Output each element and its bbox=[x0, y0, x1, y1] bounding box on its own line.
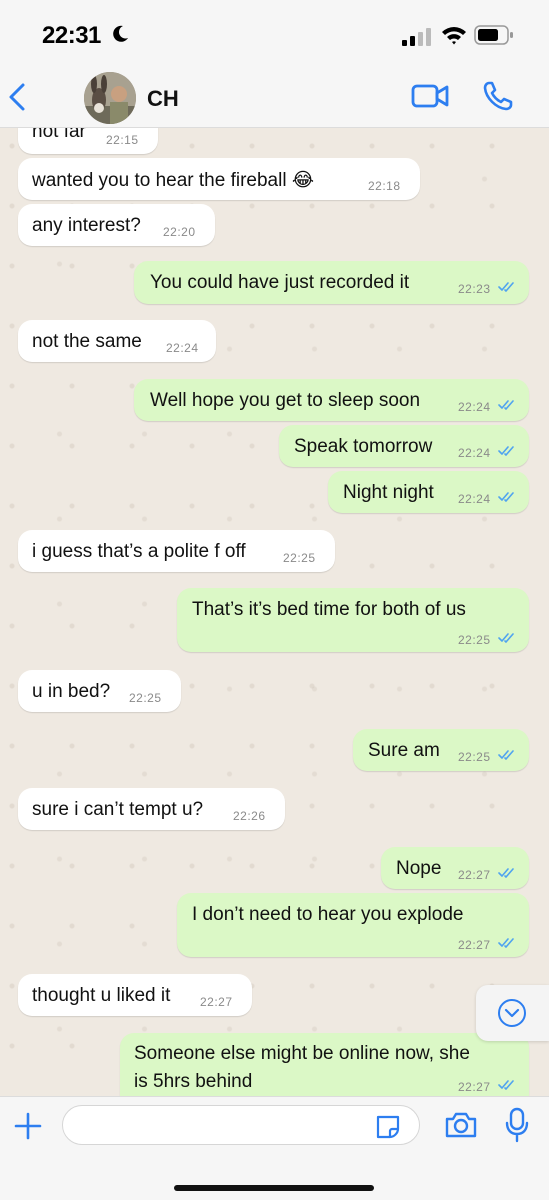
message-text: Well hope you get to sleep soon bbox=[150, 390, 421, 411]
message-bubble-outgoing[interactable]: Someone else might be online now, she is… bbox=[120, 1033, 529, 1096]
message-text: Sure am bbox=[368, 740, 440, 761]
chevron-left-icon[interactable] bbox=[6, 82, 30, 112]
double-check-icon bbox=[498, 492, 514, 502]
message-bubble-outgoing[interactable]: Well hope you get to sleep soon 22:24 bbox=[134, 379, 529, 421]
double-check-icon bbox=[498, 400, 514, 410]
double-check-icon bbox=[498, 633, 514, 643]
double-check-icon bbox=[498, 938, 514, 948]
avatar-photo bbox=[84, 72, 136, 124]
message-bubble-outgoing[interactable]: Speak tomorrow 22:24 bbox=[279, 425, 529, 467]
message-bubble-incoming[interactable]: sure i can’t tempt u? 22:26 bbox=[18, 788, 285, 830]
battery-icon bbox=[474, 25, 513, 45]
contact-name[interactable]: CH bbox=[147, 86, 179, 112]
message-time: 22:23 bbox=[458, 282, 491, 296]
cellular-signal-icon bbox=[402, 28, 431, 46]
message-bubble-outgoing[interactable]: I don’t need to hear you explode 22:27 bbox=[177, 893, 529, 957]
message-text: is 5hrs behind bbox=[134, 1071, 253, 1092]
message-bubble-incoming[interactable]: u in bed? 22:25 bbox=[18, 670, 181, 712]
message-text: Nope bbox=[396, 858, 442, 879]
message-text: any interest? bbox=[32, 215, 141, 236]
message-text: That’s it’s bed time for both of us bbox=[192, 599, 466, 620]
moon-icon bbox=[113, 25, 128, 42]
message-time: 22:25 bbox=[458, 633, 491, 647]
avatar[interactable] bbox=[84, 72, 136, 124]
message-text: Speak tomorrow bbox=[294, 436, 433, 457]
message-text: Night night bbox=[343, 482, 434, 503]
scroll-to-bottom-button[interactable] bbox=[476, 985, 549, 1041]
chat-header: CH bbox=[0, 70, 549, 128]
message-text: u in bed? bbox=[32, 681, 111, 702]
message-text: I don’t need to hear you explode bbox=[192, 904, 464, 925]
double-check-icon bbox=[498, 750, 514, 760]
camera-icon[interactable] bbox=[444, 1111, 478, 1139]
message-text: not the same bbox=[32, 331, 142, 352]
wifi-icon bbox=[442, 27, 466, 45]
message-bubble-incoming[interactable]: any interest? 22:20 bbox=[18, 204, 215, 246]
video-camera-icon[interactable] bbox=[411, 82, 449, 110]
message-bubble-incoming[interactable]: not far 22:15 bbox=[18, 128, 158, 154]
message-text: You could have just recorded it bbox=[150, 272, 410, 293]
message-time: 22:24 bbox=[458, 492, 491, 506]
message-time: 22:24 bbox=[458, 446, 491, 460]
message-time: 22:27 bbox=[200, 995, 233, 1009]
message-text: thought u liked it bbox=[32, 985, 171, 1006]
message-time: 22:27 bbox=[458, 1080, 491, 1094]
message-time: 22:20 bbox=[163, 225, 196, 239]
double-check-icon bbox=[498, 446, 514, 456]
message-bubble-outgoing[interactable]: That’s it’s bed time for both of us 22:2… bbox=[177, 588, 529, 652]
message-time: 22:15 bbox=[106, 133, 139, 147]
message-time: 22:26 bbox=[233, 809, 266, 823]
chat-area[interactable]: not far 22:15 wanted you to hear the fir… bbox=[0, 128, 549, 1096]
chevron-down-circle-icon bbox=[498, 999, 526, 1027]
message-bubble-incoming[interactable]: i guess that’s a polite f off 22:25 bbox=[18, 530, 335, 572]
message-bubble-outgoing[interactable]: Sure am 22:25 bbox=[353, 729, 529, 771]
message-text: i guess that’s a polite f off bbox=[32, 541, 246, 562]
message-bubble-outgoing[interactable]: You could have just recorded it 22:23 bbox=[134, 261, 529, 304]
message-bubble-incoming[interactable]: wanted you to hear the fireball 😂 22:18 bbox=[18, 158, 420, 200]
message-time: 22:27 bbox=[458, 868, 491, 882]
status-bar: 22:31 bbox=[0, 0, 549, 70]
message-time: 22:25 bbox=[458, 750, 491, 764]
message-bubble-outgoing[interactable]: Night night 22:24 bbox=[328, 471, 529, 513]
status-time: 22:31 bbox=[42, 22, 101, 49]
microphone-icon[interactable] bbox=[505, 1107, 529, 1143]
sticker-icon[interactable] bbox=[374, 1113, 402, 1141]
message-input[interactable] bbox=[62, 1105, 420, 1145]
plus-icon[interactable] bbox=[13, 1111, 43, 1141]
message-text: not far bbox=[32, 128, 86, 142]
message-bubble-incoming[interactable]: not the same 22:24 bbox=[18, 320, 216, 362]
message-time: 22:24 bbox=[458, 400, 491, 414]
message-time: 22:24 bbox=[166, 341, 199, 355]
message-bubble-outgoing[interactable]: Nope 22:27 bbox=[381, 847, 529, 889]
double-check-icon bbox=[498, 868, 514, 878]
home-indicator bbox=[174, 1185, 374, 1191]
phone-icon[interactable] bbox=[482, 80, 514, 112]
message-time: 22:25 bbox=[283, 551, 316, 565]
double-check-icon bbox=[498, 1080, 514, 1090]
message-text: wanted you to hear the fireball 😂 bbox=[32, 170, 315, 191]
message-bubble-incoming[interactable]: thought u liked it 22:27 bbox=[18, 974, 252, 1016]
message-text: Someone else might be online now, she bbox=[134, 1043, 470, 1064]
message-time: 22:18 bbox=[368, 179, 401, 193]
message-time: 22:27 bbox=[458, 938, 491, 952]
message-time: 22:25 bbox=[129, 691, 162, 705]
double-check-icon bbox=[498, 282, 514, 292]
message-text: sure i can’t tempt u? bbox=[32, 799, 204, 820]
